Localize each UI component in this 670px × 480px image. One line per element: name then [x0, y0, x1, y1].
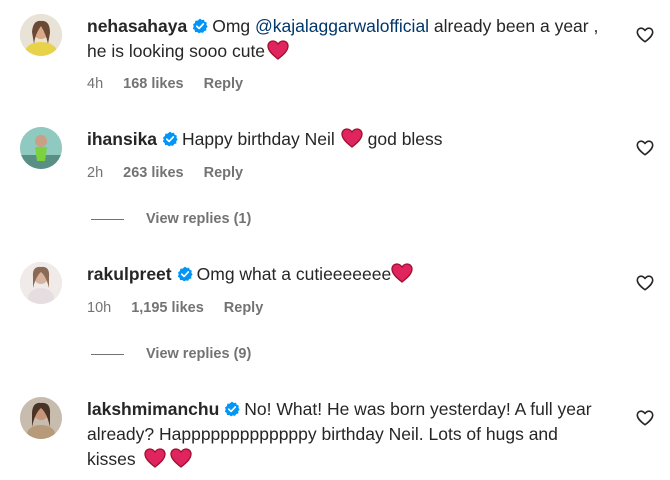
comment: rakulpreet Omg what a cutieeeeeee 10h 1,19…	[0, 262, 670, 372]
likes-count[interactable]: 263 likes	[123, 165, 183, 181]
reply-button[interactable]: Reply	[204, 76, 244, 92]
comment-text: Omg what a cutieeeeeee	[196, 264, 392, 284]
comment-time[interactable]: 4h	[87, 76, 103, 92]
red-heart-emoji	[267, 40, 289, 60]
likes-count[interactable]: 168 likes	[123, 76, 183, 92]
username[interactable]: rakulpreet	[87, 264, 172, 284]
view-replies-button[interactable]: View replies (1)	[91, 211, 251, 227]
reply-button[interactable]: Reply	[224, 300, 264, 316]
heart-outline-icon[interactable]	[636, 409, 654, 427]
comment-text: Omg	[212, 16, 255, 36]
comment-time[interactable]: 10h	[87, 300, 111, 316]
comment: nehasahaya Omg @kajalaggarwalofficial alr…	[0, 14, 670, 104]
mention-link[interactable]: @kajalaggarwalofficial	[255, 16, 429, 36]
heart-outline-icon[interactable]	[636, 139, 654, 157]
comment-body: rakulpreet Omg what a cutieeeeeee	[87, 262, 607, 287]
comment-meta: 10h 1,195 likes Reply	[87, 300, 283, 316]
avatar[interactable]	[20, 262, 62, 304]
comment-text: god bless	[362, 129, 443, 149]
heart-outline-icon[interactable]	[636, 274, 654, 292]
red-heart-emoji	[169, 448, 192, 468]
heart-outline-icon[interactable]	[636, 26, 654, 44]
comment-text: Happy birthday Neil	[182, 129, 335, 149]
verified-badge-icon	[193, 18, 208, 34]
view-replies-button[interactable]: View replies (9)	[91, 346, 251, 362]
red-heart-emoji	[391, 263, 413, 283]
username[interactable]: nehasahaya	[87, 16, 187, 36]
verified-badge-icon	[162, 131, 178, 147]
comment: ihansika Happy birthday Neil god bless 2h…	[0, 127, 670, 237]
comment-body: ihansika Happy birthday Neil god bless	[87, 127, 607, 152]
comment: lakshmimanchu No! What! He was born yeste…	[0, 397, 670, 480]
reply-button[interactable]: Reply	[204, 165, 244, 181]
avatar[interactable]	[20, 127, 62, 169]
avatar[interactable]	[20, 14, 62, 56]
red-heart-emoji	[143, 448, 166, 468]
comment-body: nehasahaya Omg @kajalaggarwalofficial alr…	[87, 14, 607, 64]
comment-time[interactable]: 2h	[87, 165, 103, 181]
likes-count[interactable]: 1,195 likes	[131, 300, 204, 316]
divider	[91, 218, 124, 220]
divider	[91, 353, 124, 355]
comment-body: lakshmimanchu No! What! He was born yeste…	[87, 397, 607, 472]
view-replies-label: View replies (1)	[146, 211, 252, 227]
red-heart-emoji	[341, 128, 363, 148]
view-replies-label: View replies (9)	[146, 346, 252, 362]
verified-badge-icon	[225, 401, 240, 417]
comment-meta: 4h 168 likes Reply	[87, 76, 263, 92]
username[interactable]: ihansika	[87, 129, 157, 149]
avatar[interactable]	[20, 397, 62, 439]
comment-meta: 2h 263 likes Reply	[87, 165, 263, 181]
username[interactable]: lakshmimanchu	[87, 399, 219, 419]
verified-badge-icon	[177, 266, 193, 282]
